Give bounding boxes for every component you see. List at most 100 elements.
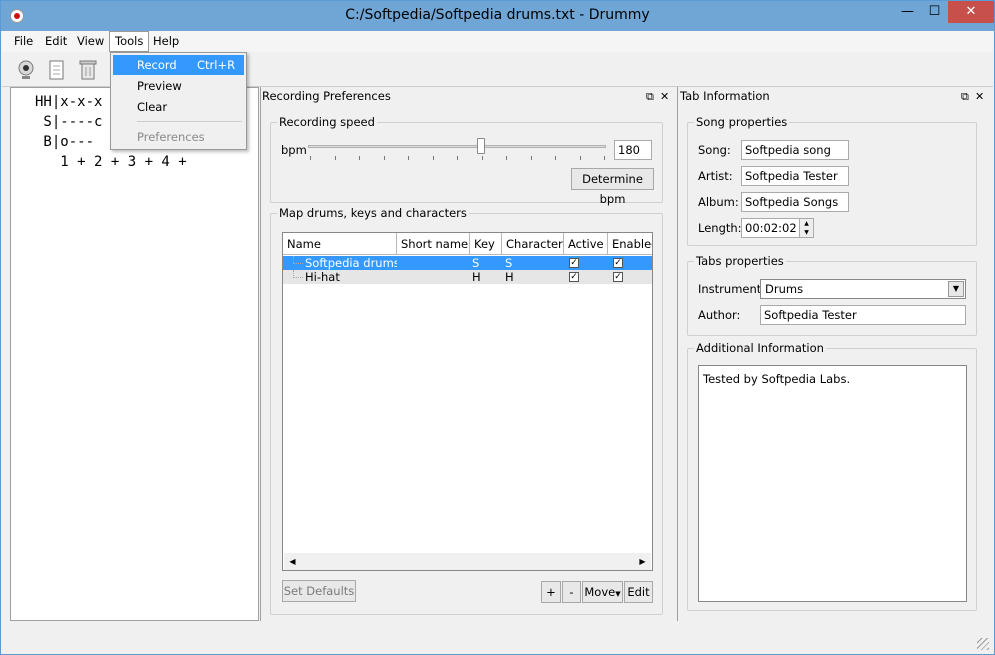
record-label: Record xyxy=(137,58,177,72)
column-header-character[interactable]: Character xyxy=(502,233,564,255)
record-shortcut: Ctrl+R xyxy=(197,58,236,72)
editor-line: S|----c xyxy=(35,114,103,130)
recording-prefs-header: Recording Preferences ⧉ ✕ xyxy=(262,88,674,105)
determine-bpm-button[interactable]: Determine bpm xyxy=(571,168,654,206)
close-panel-icon[interactable]: ✕ xyxy=(660,88,669,105)
active-checkbox[interactable]: ✓ xyxy=(569,272,579,282)
menu-edit[interactable]: Edit xyxy=(40,31,72,52)
editor-line: HH|x-x-x xyxy=(35,94,103,110)
length-value: 00:02:02 xyxy=(745,221,797,235)
menu-item-record[interactable]: Record Ctrl+R xyxy=(113,55,244,75)
artist-input[interactable]: Softpedia Tester xyxy=(741,166,849,186)
editor-line: 1 + 2 + 3 + 4 + xyxy=(35,154,187,170)
menu-item-clear[interactable]: Clear xyxy=(113,97,244,117)
additional-info-textarea[interactable]: Tested by Softpedia Labs. xyxy=(698,365,967,602)
move-button[interactable]: Move▼ xyxy=(582,581,623,603)
bpm-slider-thumb[interactable] xyxy=(476,138,485,154)
window-title: C:/Softpedia/Softpedia drums.txt - Drumm… xyxy=(345,7,650,23)
resize-grip-icon[interactable] xyxy=(977,638,989,650)
panel-divider[interactable] xyxy=(677,87,678,621)
instrument-value: Drums xyxy=(765,282,804,296)
length-spinner[interactable]: 00:02:02 ▲ ▼ xyxy=(741,218,814,238)
tab-editor[interactable]: HH|x-x-x S|----c B|o--- 1 + 2 + 3 + 4 + xyxy=(10,87,259,621)
bpm-input[interactable]: 180 xyxy=(614,140,652,160)
map-drums-legend: Map drums, keys and characters xyxy=(279,206,467,220)
editor-line: B|o--- xyxy=(35,134,95,150)
panel-divider[interactable] xyxy=(260,87,261,621)
slider-tick xyxy=(383,156,385,160)
maximize-button[interactable]: ☐ xyxy=(921,1,948,23)
slider-tick xyxy=(604,156,605,160)
title-bar[interactable]: C:/Softpedia/Softpedia drums.txt - Drumm… xyxy=(1,1,994,31)
set-defaults-button[interactable]: Set Defaults xyxy=(282,580,356,602)
move-label: Move xyxy=(584,585,616,599)
column-header-key[interactable]: Key xyxy=(470,233,502,255)
song-input[interactable]: Softpedia song xyxy=(741,140,849,160)
column-header-short-name[interactable]: Short name xyxy=(397,233,470,255)
album-label: Album: xyxy=(698,195,739,209)
table-row[interactable]: Softpedia drums S S ✓ ✓ xyxy=(283,256,652,270)
column-header-name[interactable]: Name xyxy=(283,233,397,255)
artist-label: Artist: xyxy=(698,169,733,183)
scroll-right-icon[interactable]: ▶ xyxy=(634,553,651,570)
slider-tick xyxy=(334,156,336,160)
enabled-checkbox[interactable]: ✓ xyxy=(613,258,623,268)
recycle-bin-icon[interactable] xyxy=(76,58,100,82)
recording-speed-legend: Recording speed xyxy=(279,115,375,129)
cell-name: Hi-hat xyxy=(305,270,340,284)
author-input[interactable]: Softpedia Tester xyxy=(760,305,966,325)
slider-tick xyxy=(432,156,434,160)
minimize-button[interactable]: — xyxy=(894,1,921,23)
menu-help[interactable]: Help xyxy=(148,31,184,52)
slider-tick xyxy=(481,156,483,160)
slider-tick xyxy=(408,156,409,160)
float-panel-icon[interactable]: ⧉ xyxy=(646,88,654,105)
active-checkbox[interactable]: ✓ xyxy=(569,258,579,268)
tab-info-title: Tab Information xyxy=(680,89,770,103)
document-icon[interactable] xyxy=(45,58,69,82)
table-row[interactable]: Hi-hat H H ✓ ✓ xyxy=(283,270,652,284)
close-button[interactable]: ✕ xyxy=(948,1,994,23)
song-properties-legend: Song properties xyxy=(696,115,788,129)
spin-down-icon[interactable]: ▼ xyxy=(799,228,813,237)
tab-info-header: Tab Information ⧉ ✕ xyxy=(680,88,988,105)
instrument-select[interactable]: Drums ▼ xyxy=(760,279,966,299)
cell-character: S xyxy=(505,256,513,270)
cell-key: S xyxy=(472,256,480,270)
edit-button[interactable]: Edit xyxy=(624,581,653,603)
slider-tick xyxy=(310,156,311,160)
slider-tick xyxy=(579,156,581,160)
chevron-down-icon[interactable]: ▼ xyxy=(948,281,964,297)
bpm-label: bpm xyxy=(281,143,307,157)
slider-tick xyxy=(506,156,507,160)
webcam-icon[interactable] xyxy=(14,58,38,82)
status-bar xyxy=(2,621,993,654)
enabled-checkbox[interactable]: ✓ xyxy=(613,272,623,282)
tools-menu: Record Ctrl+R Preview Clear Preferences xyxy=(110,52,247,150)
cell-name: Softpedia drums xyxy=(305,256,397,270)
menu-view[interactable]: View xyxy=(72,31,109,52)
menu-file[interactable]: File xyxy=(9,31,38,52)
album-input[interactable]: Softpedia Songs xyxy=(741,192,849,212)
drum-map-table[interactable]: Name Short name Key Character Active Ena… xyxy=(282,232,653,571)
bpm-slider-track[interactable] xyxy=(308,145,606,148)
scroll-left-icon[interactable]: ◀ xyxy=(284,553,301,570)
menu-item-preview[interactable]: Preview xyxy=(113,76,244,96)
tree-line xyxy=(293,256,303,264)
column-header-enabled[interactable]: Enabled xyxy=(608,233,652,255)
add-row-button[interactable]: + xyxy=(541,581,561,603)
menu-tools[interactable]: Tools xyxy=(109,31,150,52)
menu-separator xyxy=(137,121,242,122)
cell-key: H xyxy=(472,270,481,284)
slider-tick xyxy=(530,156,532,160)
menu-item-preferences[interactable]: Preferences xyxy=(113,127,244,147)
spin-up-icon[interactable]: ▲ xyxy=(799,219,813,228)
remove-row-button[interactable]: - xyxy=(562,581,581,603)
cell-character: H xyxy=(505,270,514,284)
horizontal-scrollbar[interactable]: ◀ ▶ xyxy=(284,553,651,570)
slider-tick xyxy=(359,156,360,160)
close-panel-icon[interactable]: ✕ xyxy=(975,88,984,105)
song-label: Song: xyxy=(698,143,731,157)
float-panel-icon[interactable]: ⧉ xyxy=(961,88,969,105)
column-header-active[interactable]: Active xyxy=(564,233,608,255)
